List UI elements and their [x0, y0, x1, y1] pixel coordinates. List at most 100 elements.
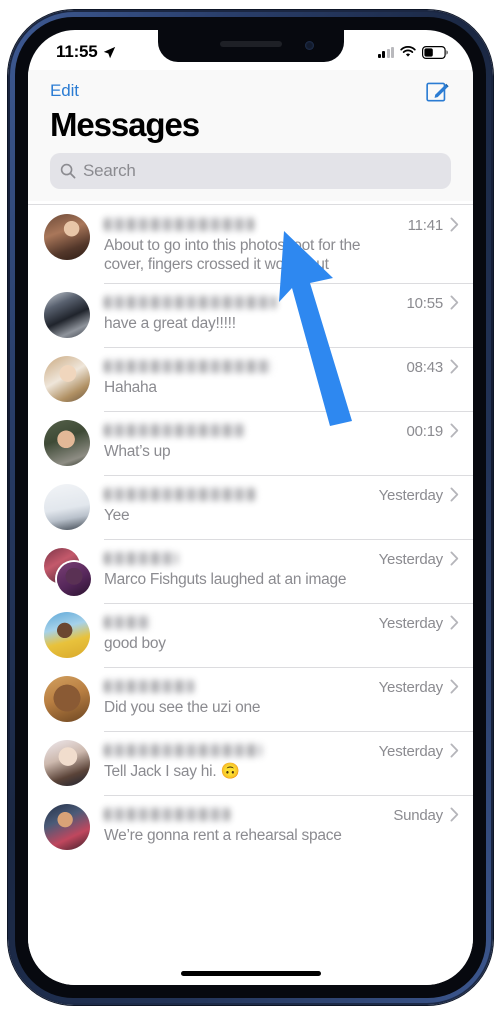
header-toolbar: Edit [28, 70, 473, 104]
avatar-photo [44, 612, 90, 658]
conversation-main: have a great day!!!!! [104, 292, 398, 333]
sender-name-redacted [104, 552, 178, 565]
chevron-right-icon[interactable] [450, 487, 459, 502]
phone-body: 11:55 Edit Messages Search About to go i… [15, 17, 486, 998]
avatar-photo [44, 420, 90, 466]
sender-name-redacted [104, 424, 244, 437]
conversation-main: Tell Jack I say hi. 🙃 [104, 740, 371, 781]
sender-name-redacted [104, 808, 230, 821]
sender-name-redacted [104, 218, 254, 231]
avatar [44, 214, 90, 260]
chevron-right-icon[interactable] [450, 217, 459, 232]
conversation-meta: Yesterday [379, 548, 459, 568]
conversation-row[interactable]: good boy Yesterday [28, 603, 473, 667]
phone-frame: 11:55 Edit Messages Search About to go i… [8, 10, 493, 1005]
conversation-main: Yee [104, 484, 371, 525]
avatar [44, 612, 90, 658]
timestamp: Yesterday [378, 615, 444, 632]
timestamp: Yesterday [378, 679, 444, 696]
sender-name-redacted [104, 360, 272, 373]
chevron-right-icon[interactable] [450, 679, 459, 694]
search-icon [60, 163, 76, 179]
wifi-icon [400, 46, 416, 58]
avatar-group-member-2 [57, 562, 91, 596]
status-bar-left: 11:55 [56, 42, 116, 62]
sender-name-redacted [104, 616, 150, 629]
conversation-main: We’re gonna rent a rehearsal space [104, 804, 385, 845]
conversation-row[interactable]: Marco Fishguts laughed at an image Yester… [28, 539, 473, 603]
search-input[interactable]: Search [50, 153, 451, 189]
avatar-photo [44, 804, 90, 850]
conversation-row[interactable]: Tell Jack I say hi. 🙃 Yesterday [28, 731, 473, 795]
conversation-main: good boy [104, 612, 371, 653]
conversation-meta: Yesterday [379, 484, 459, 504]
sender-name-redacted [104, 488, 256, 501]
chevron-right-icon[interactable] [450, 551, 459, 566]
sender-name-redacted [104, 680, 194, 693]
battery-icon [422, 45, 449, 59]
location-arrow-icon [103, 46, 116, 59]
conversation-meta: Yesterday [379, 612, 459, 632]
timestamp: Sunday [393, 807, 443, 824]
timestamp: Yesterday [378, 551, 444, 568]
search-placeholder: Search [83, 161, 136, 180]
conversation-row[interactable]: Hahaha 08:43 [28, 347, 473, 411]
chevron-right-icon[interactable] [450, 295, 459, 310]
timestamp: 08:43 [406, 359, 443, 376]
conversation-row[interactable]: Yee Yesterday [28, 475, 473, 539]
phone-screen: 11:55 Edit Messages Search About to go i… [28, 30, 473, 985]
message-preview: We’re gonna rent a rehearsal space [104, 827, 342, 844]
edit-button[interactable]: Edit [50, 81, 79, 101]
timestamp: 10:55 [406, 295, 443, 312]
status-bar-right [377, 45, 450, 59]
avatar-photo [44, 484, 90, 530]
app-header: Edit Messages Search [28, 70, 473, 201]
timestamp: 00:19 [406, 423, 443, 440]
avatar-photo [44, 676, 90, 722]
avatar [44, 292, 90, 338]
chevron-right-icon[interactable] [450, 359, 459, 374]
avatar [44, 356, 90, 402]
avatar-photo [44, 356, 90, 402]
conversation-row[interactable]: About to go into this photoshoot for the… [28, 205, 473, 283]
conversation-meta: Sunday [393, 804, 459, 824]
cellular-signal-icon [377, 46, 394, 58]
message-preview: Hahaha [104, 379, 157, 396]
conversation-meta: 11:41 [408, 214, 459, 234]
avatar-photo [44, 292, 90, 338]
avatar [44, 484, 90, 530]
earpiece-speaker [219, 41, 282, 47]
avatar-photo [44, 214, 90, 260]
conversation-row[interactable]: What’s up 00:19 [28, 411, 473, 475]
notch [157, 30, 344, 62]
message-preview: good boy [104, 635, 166, 652]
status-time: 11:55 [56, 42, 98, 61]
conversation-row[interactable]: have a great day!!!!! 10:55 [28, 283, 473, 347]
compose-icon[interactable] [426, 79, 451, 104]
avatar-photo [44, 740, 90, 786]
avatar [44, 676, 90, 722]
chevron-right-icon[interactable] [450, 615, 459, 630]
message-preview: Tell Jack I say hi. 🙃 [104, 763, 240, 780]
avatar [44, 740, 90, 786]
conversation-row[interactable]: We’re gonna rent a rehearsal space Sunday [28, 795, 473, 859]
page-title: Messages [50, 106, 200, 143]
message-preview: What’s up [104, 443, 171, 460]
conversation-list[interactable]: About to go into this photoshoot for the… [28, 204, 473, 985]
conversation-meta: Yesterday [379, 676, 459, 696]
conversation-main: What’s up [104, 420, 398, 461]
chevron-right-icon[interactable] [450, 807, 459, 822]
message-preview: About to go into this photoshoot for the… [104, 237, 365, 273]
message-preview: have a great day!!!!! [104, 315, 236, 332]
conversation-main: Marco Fishguts laughed at an image [104, 548, 371, 589]
sender-name-redacted [104, 744, 262, 757]
conversation-meta: 10:55 [406, 292, 459, 312]
conversation-meta: 08:43 [406, 356, 459, 376]
message-preview: Marco Fishguts laughed at an image [104, 571, 347, 588]
home-indicator[interactable] [180, 971, 321, 976]
avatar [44, 420, 90, 466]
conversation-row[interactable]: Did you see the uzi one Yesterday [28, 667, 473, 731]
chevron-right-icon[interactable] [450, 743, 459, 758]
chevron-right-icon[interactable] [450, 423, 459, 438]
conversation-main: Did you see the uzi one [104, 676, 371, 717]
